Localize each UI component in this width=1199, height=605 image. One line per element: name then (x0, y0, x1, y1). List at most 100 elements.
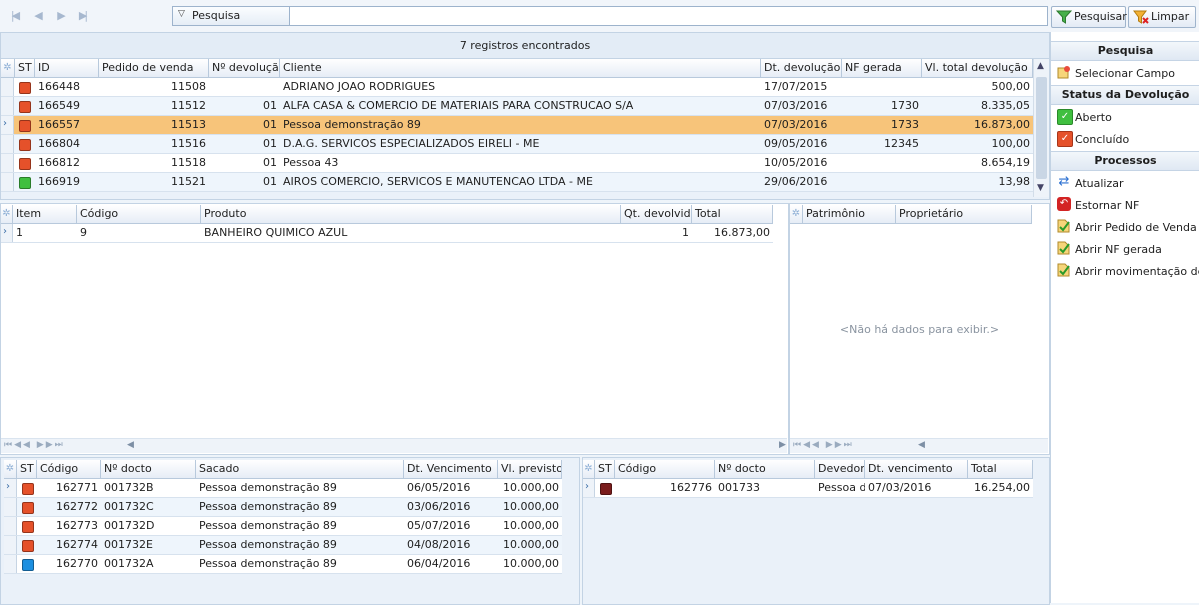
column-chooser-icon[interactable]: ✲ (1, 205, 13, 223)
col-cliente[interactable]: Cliente (280, 59, 761, 77)
table-row[interactable]: 166448 11508 ADRIANO JOAO RODRIGUES 17/07/2… (1, 78, 1033, 97)
abrir-movimentacao-item[interactable]: Abrir movimentação de... (1051, 260, 1199, 282)
cell-cliente: ADRIANO JOAO RODRIGUES (283, 80, 436, 93)
status-icon (600, 483, 612, 495)
col-qt-devolvida[interactable]: Qt. devolvida (621, 205, 692, 223)
table-row[interactable]: › 1 9 BANHEIRO QUIMICO AZUL 1 16.873,00 (1, 224, 773, 243)
abrir-nf-item[interactable]: Abrir NF gerada (1051, 238, 1199, 260)
col-total[interactable]: Total (968, 460, 1033, 478)
first-record-icon[interactable]: |◀ (6, 8, 22, 24)
column-chooser-icon[interactable]: ✲ (4, 460, 17, 478)
col-st[interactable]: ST (15, 59, 35, 77)
search-input[interactable] (291, 7, 1045, 25)
previous-record-icon[interactable]: ◀ (29, 8, 45, 24)
cell-dt-devolucao: 07/03/2016 (764, 118, 828, 131)
status-icon (19, 177, 31, 189)
row-indicator[interactable] (1, 173, 14, 191)
col-codigo[interactable]: Código (37, 460, 101, 478)
cell-dt-devolucao: 29/06/2016 (764, 175, 828, 188)
limpar-button[interactable]: Limpar (1128, 6, 1196, 28)
row-indicator[interactable] (1, 135, 14, 153)
col-docto[interactable]: Nº docto (101, 460, 196, 478)
table-row[interactable]: › 166557 11513 01 Pessoa demonstração 89 07/0… (1, 116, 1033, 135)
table-row[interactable]: › 162771 001732B Pessoa demonstração 89 06/0… (4, 479, 562, 498)
column-chooser-icon[interactable]: ✲ (583, 460, 595, 478)
col-pedido[interactable]: Pedido de venda (99, 59, 209, 77)
row-indicator[interactable] (1, 154, 14, 172)
itens-grid: ✲ Item Código Produto Qt. devolvida Tota… (0, 203, 789, 455)
col-proprietario[interactable]: Proprietário (896, 205, 1032, 223)
col-devedor[interactable]: Devedor (815, 460, 865, 478)
scroll-thumb[interactable] (1036, 77, 1047, 179)
col-dt-vencimento[interactable]: Dt. vencimento (865, 460, 968, 478)
row-indicator[interactable]: › (1, 224, 13, 242)
vertical-scrollbar[interactable]: ▲ ▼ (1033, 59, 1049, 197)
row-indicator[interactable] (4, 498, 17, 516)
scroll-left-icon[interactable]: ◀ (918, 440, 925, 450)
table-row[interactable]: 162774 001732E Pessoa demonstração 89 04/08… (4, 536, 562, 555)
table-row[interactable]: 166804 11516 01 D.A.G. SERVICOS ESPECIALIZA… (1, 135, 1033, 154)
table-row[interactable]: 166812 11518 01 Pessoa 43 10/05/2016 8.654,19 (1, 154, 1033, 173)
col-patrimonio[interactable]: Patrimônio (803, 205, 896, 223)
cell-devolucao: 01 (263, 137, 277, 150)
titulos-grid: ✲ ST Código Nº docto Sacado Dt. Vencimen… (0, 457, 580, 605)
cell-cliente: Pessoa 43 (283, 156, 339, 169)
col-vl-total[interactable]: Vl. total devolução (922, 59, 1033, 77)
cell-dt-vencimento: 05/07/2016 (407, 519, 471, 532)
col-st[interactable]: ST (17, 460, 37, 478)
row-indicator[interactable]: › (583, 479, 595, 497)
col-codigo[interactable]: Código (615, 460, 715, 478)
scroll-right-icon[interactable]: ▶ (779, 440, 786, 450)
row-indicator[interactable] (4, 555, 17, 573)
row-indicator[interactable] (1, 97, 14, 115)
cell-codigo: 162771 (56, 481, 98, 494)
scroll-left-icon[interactable]: ◀ (127, 440, 134, 450)
next-record-icon[interactable]: ▶ (52, 8, 68, 24)
pager-icon[interactable]: ⏮◀◀ ▶▶⏭ (793, 440, 854, 450)
col-docto[interactable]: Nº docto (715, 460, 815, 478)
abrir-pedido-item[interactable]: Abrir Pedido de Venda (1051, 216, 1199, 238)
column-chooser-icon[interactable]: ✲ (790, 205, 803, 223)
scroll-up-icon[interactable]: ▲ (1037, 61, 1044, 71)
atualizar-item[interactable]: ⇄ Atualizar (1051, 172, 1199, 194)
col-item[interactable]: Item (13, 205, 77, 223)
cell-dt-devolucao: 17/07/2015 (764, 80, 828, 93)
col-dt-devolucao[interactable]: Dt. devolução (761, 59, 842, 77)
col-total[interactable]: Total (692, 205, 773, 223)
search-field-dropdown[interactable]: ▽ Pesquisa (173, 7, 290, 25)
pesquisar-button[interactable]: Pesquisar (1051, 6, 1127, 28)
table-row[interactable]: 162770 001732A Pessoa demonstração 89 06/04… (4, 555, 562, 574)
col-devolucao[interactable]: Nº devolução (209, 59, 280, 77)
row-indicator[interactable] (4, 536, 17, 554)
row-indicator[interactable]: › (4, 479, 17, 497)
row-indicator[interactable] (1, 78, 14, 96)
column-chooser-icon[interactable]: ✲ (1, 59, 15, 77)
patrimonio-header: ✲ Patrimônio Proprietário (790, 205, 1032, 224)
status-concluido-item[interactable]: ✓ Concluído (1051, 128, 1199, 150)
status-aberto-item[interactable]: ✓ Aberto (1051, 106, 1199, 128)
pager-icon[interactable]: ⏮◀◀ ▶▶⏭ (4, 440, 65, 450)
col-id[interactable]: ID (35, 59, 99, 77)
col-nf-gerada[interactable]: NF gerada (842, 59, 922, 77)
selecionar-campo-item[interactable]: Selecionar Campo (1051, 62, 1199, 84)
last-record-icon[interactable]: ▶| (74, 8, 90, 24)
cell-docto: 001732E (104, 538, 153, 551)
col-sacado[interactable]: Sacado (196, 460, 404, 478)
col-produto[interactable]: Produto (201, 205, 621, 223)
table-row[interactable]: › 162776 001733 Pessoa de07/03/2016 16.254,0… (583, 479, 1033, 498)
table-row[interactable]: 162772 001732C Pessoa demonstração 89 03/06… (4, 498, 562, 517)
cell-produto: BANHEIRO QUIMICO AZUL (204, 226, 348, 239)
row-indicator[interactable] (4, 517, 17, 535)
row-indicator[interactable]: › (1, 116, 14, 134)
estornar-nf-item[interactable]: ↶ Estornar NF (1051, 194, 1199, 216)
col-codigo[interactable]: Código (77, 205, 201, 223)
col-vl-previsto[interactable]: Vl. previsto (498, 460, 562, 478)
scroll-down-icon[interactable]: ▼ (1037, 183, 1044, 193)
table-row[interactable]: 166549 11512 01 ALFA CASA & COMERCIO DE MAT… (1, 97, 1033, 116)
col-dt-vencimento[interactable]: Dt. Vencimento (404, 460, 498, 478)
concluido-label: Concluído (1075, 133, 1130, 146)
col-st[interactable]: ST (595, 460, 615, 478)
cell-pedido: 11516 (171, 137, 206, 150)
table-row[interactable]: 166919 11521 01 AIROS COMERCIO, SERVICOS E … (1, 173, 1033, 192)
table-row[interactable]: 162773 001732D Pessoa demonstração 89 05/07… (4, 517, 562, 536)
